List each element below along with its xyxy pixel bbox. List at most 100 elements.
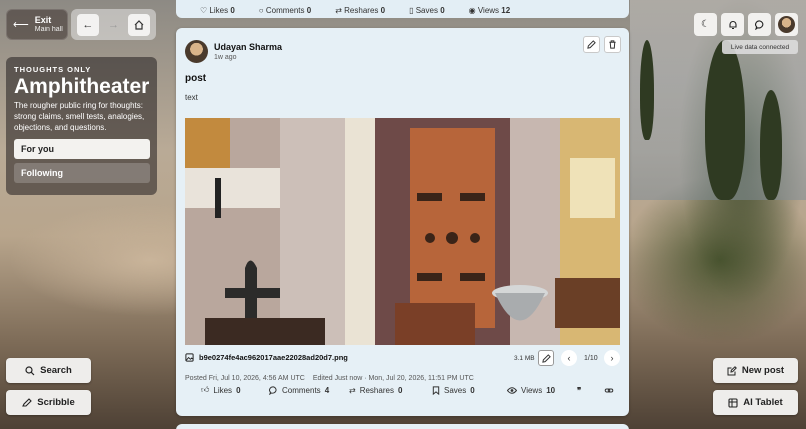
attachment-filename: b9e0274fe4ac962017aae22028ad20d7.png — [185, 353, 348, 362]
messages-button[interactable] — [748, 13, 771, 36]
home-icon — [134, 19, 144, 30]
arrow-right-icon: → — [107, 18, 119, 31]
avatar — [778, 16, 795, 33]
prev-comments[interactable]: ○ Comments 0 — [259, 6, 311, 15]
prev-saves-count: 0 — [440, 6, 445, 15]
post-image-art — [185, 118, 620, 345]
views-label: Views — [521, 385, 543, 395]
back-button[interactable]: ← — [76, 13, 99, 36]
prev-views-count: 12 — [501, 6, 511, 15]
space-panel: THOUGHTS ONLY Amphitheater The rougher p… — [6, 57, 157, 195]
edited-date: Edited Just now · Mon, Jul 20, 2026, 11:… — [312, 375, 474, 382]
post-time-ago: 1w ago — [214, 54, 237, 61]
previous-post-stats: ♡ Likes 0 ○ Comments 0 ⇄ Reshares 0 ▯ Sa… — [176, 0, 629, 18]
post-image[interactable] — [185, 118, 620, 345]
bell-icon — [728, 20, 737, 29]
search-button[interactable]: Search — [6, 358, 91, 383]
prev-saves[interactable]: ▯ Saves 0 — [409, 6, 445, 15]
saves-label: Saves — [444, 385, 467, 395]
bookmark-icon — [432, 385, 440, 395]
next-image-button[interactable]: › — [604, 350, 620, 366]
prev-image-button[interactable]: ‹ — [561, 350, 577, 366]
arrow-left-icon: ← — [82, 18, 94, 31]
eye-icon — [507, 386, 517, 394]
forward-button[interactable]: → — [102, 14, 124, 36]
profile-avatar-button[interactable] — [775, 13, 798, 36]
scribble-label: Scribble — [37, 397, 75, 408]
pencil-icon — [587, 40, 596, 49]
space-kicker: THOUGHTS ONLY — [14, 65, 92, 74]
attachment-filename-text: b9e0274fe4ac962017aae22028ad20d7.png — [199, 353, 348, 362]
chevron-right-icon: › — [610, 353, 614, 363]
image-page-indicator: 1/10 — [584, 355, 598, 362]
scribble-button[interactable]: Scribble — [6, 390, 91, 415]
post-body: text — [185, 93, 198, 102]
comments-label: Comments — [282, 385, 321, 395]
views-count: 10 — [546, 385, 556, 395]
like-button[interactable]: 👍︎ Likes 0 — [201, 385, 241, 395]
edit-post-button[interactable] — [583, 36, 600, 53]
copy-link-button[interactable] — [604, 386, 614, 395]
comments-button[interactable]: Comments 4 — [269, 386, 329, 395]
chat-bubble-icon — [754, 19, 763, 30]
author-name[interactable]: Udayan Sharma — [214, 42, 282, 52]
new-post-button[interactable]: New post — [713, 358, 798, 383]
moon-icon: ☾ — [701, 19, 710, 30]
prev-comments-label: Comments — [265, 6, 305, 15]
new-post-label: New post — [741, 365, 785, 376]
delete-post-button[interactable] — [604, 36, 621, 53]
background-cypress — [705, 40, 745, 200]
prev-comments-count: 0 — [306, 6, 312, 15]
tablet-icon — [728, 397, 738, 408]
save-button[interactable]: Saves 0 — [432, 386, 475, 395]
exit-arrow-icon: ⟵ — [13, 19, 29, 31]
tab-following[interactable]: Following — [14, 163, 150, 183]
tab-for-you[interactable]: For you — [14, 139, 150, 159]
chevron-left-icon: ‹ — [567, 353, 571, 363]
reshares-count: 0 — [397, 385, 403, 395]
annotate-image-button[interactable] — [538, 350, 554, 366]
next-post-card — [176, 424, 629, 429]
link-icon — [604, 387, 614, 393]
ai-tablet-label: AI Tablet — [743, 397, 783, 408]
prev-reshares-count: 0 — [380, 6, 386, 15]
likes-count: 0 — [236, 385, 241, 395]
prev-likes-label: Likes — [209, 6, 229, 15]
scribble-icon — [22, 397, 33, 407]
exit-sublabel: Main hall — [34, 26, 63, 33]
post-title: post — [185, 73, 207, 84]
ai-tablet-button[interactable]: AI Tablet — [713, 390, 798, 415]
post-card: Udayan Sharma 1w ago post text b9e0274fe… — [176, 28, 629, 416]
exit-button[interactable]: ⟵ Exit Main hall — [6, 9, 68, 40]
home-button[interactable] — [128, 13, 151, 36]
space-title: Amphitheater — [14, 75, 150, 98]
prev-views: ◉ Views 12 — [468, 6, 511, 15]
author-avatar[interactable] — [185, 40, 208, 63]
thumbs-up-icon: 👍︎ — [201, 385, 210, 394]
notifications-button[interactable] — [721, 13, 744, 36]
prev-likes-count: 0 — [230, 6, 235, 15]
search-icon — [25, 365, 35, 375]
quote-icon: ❞ — [577, 385, 582, 395]
reshares-label: Reshares — [359, 385, 394, 395]
prev-reshares[interactable]: ⇄ Reshares 0 — [335, 6, 385, 15]
reshare-button[interactable]: ⇄ Reshares 0 — [349, 386, 402, 395]
pencil-icon — [541, 353, 551, 363]
attachment-size: 3.1 MB — [514, 355, 535, 362]
posted-date: Posted Fri, Jul 10, 2026, 4:56 AM UTC — [185, 375, 305, 382]
prev-likes[interactable]: ♡ Likes 0 — [200, 6, 235, 15]
quote-button[interactable]: ❞ — [577, 386, 581, 395]
exit-label: Exit — [34, 15, 52, 25]
theme-toggle-button[interactable]: ☾ — [694, 13, 717, 36]
saves-count: 0 — [470, 385, 475, 395]
comment-icon — [269, 385, 277, 395]
comments-count: 4 — [324, 385, 330, 395]
history-nav: ← → — [71, 9, 156, 40]
background-cypress — [640, 40, 654, 140]
likes-label: Likes — [213, 385, 233, 395]
views-stat: Views 10 — [507, 386, 555, 395]
prev-saves-label: Saves — [415, 6, 438, 15]
space-description: The rougher public ring for thoughts: st… — [14, 101, 145, 132]
reshare-icon: ⇄ — [349, 385, 356, 395]
prev-views-label: Views — [477, 6, 500, 15]
